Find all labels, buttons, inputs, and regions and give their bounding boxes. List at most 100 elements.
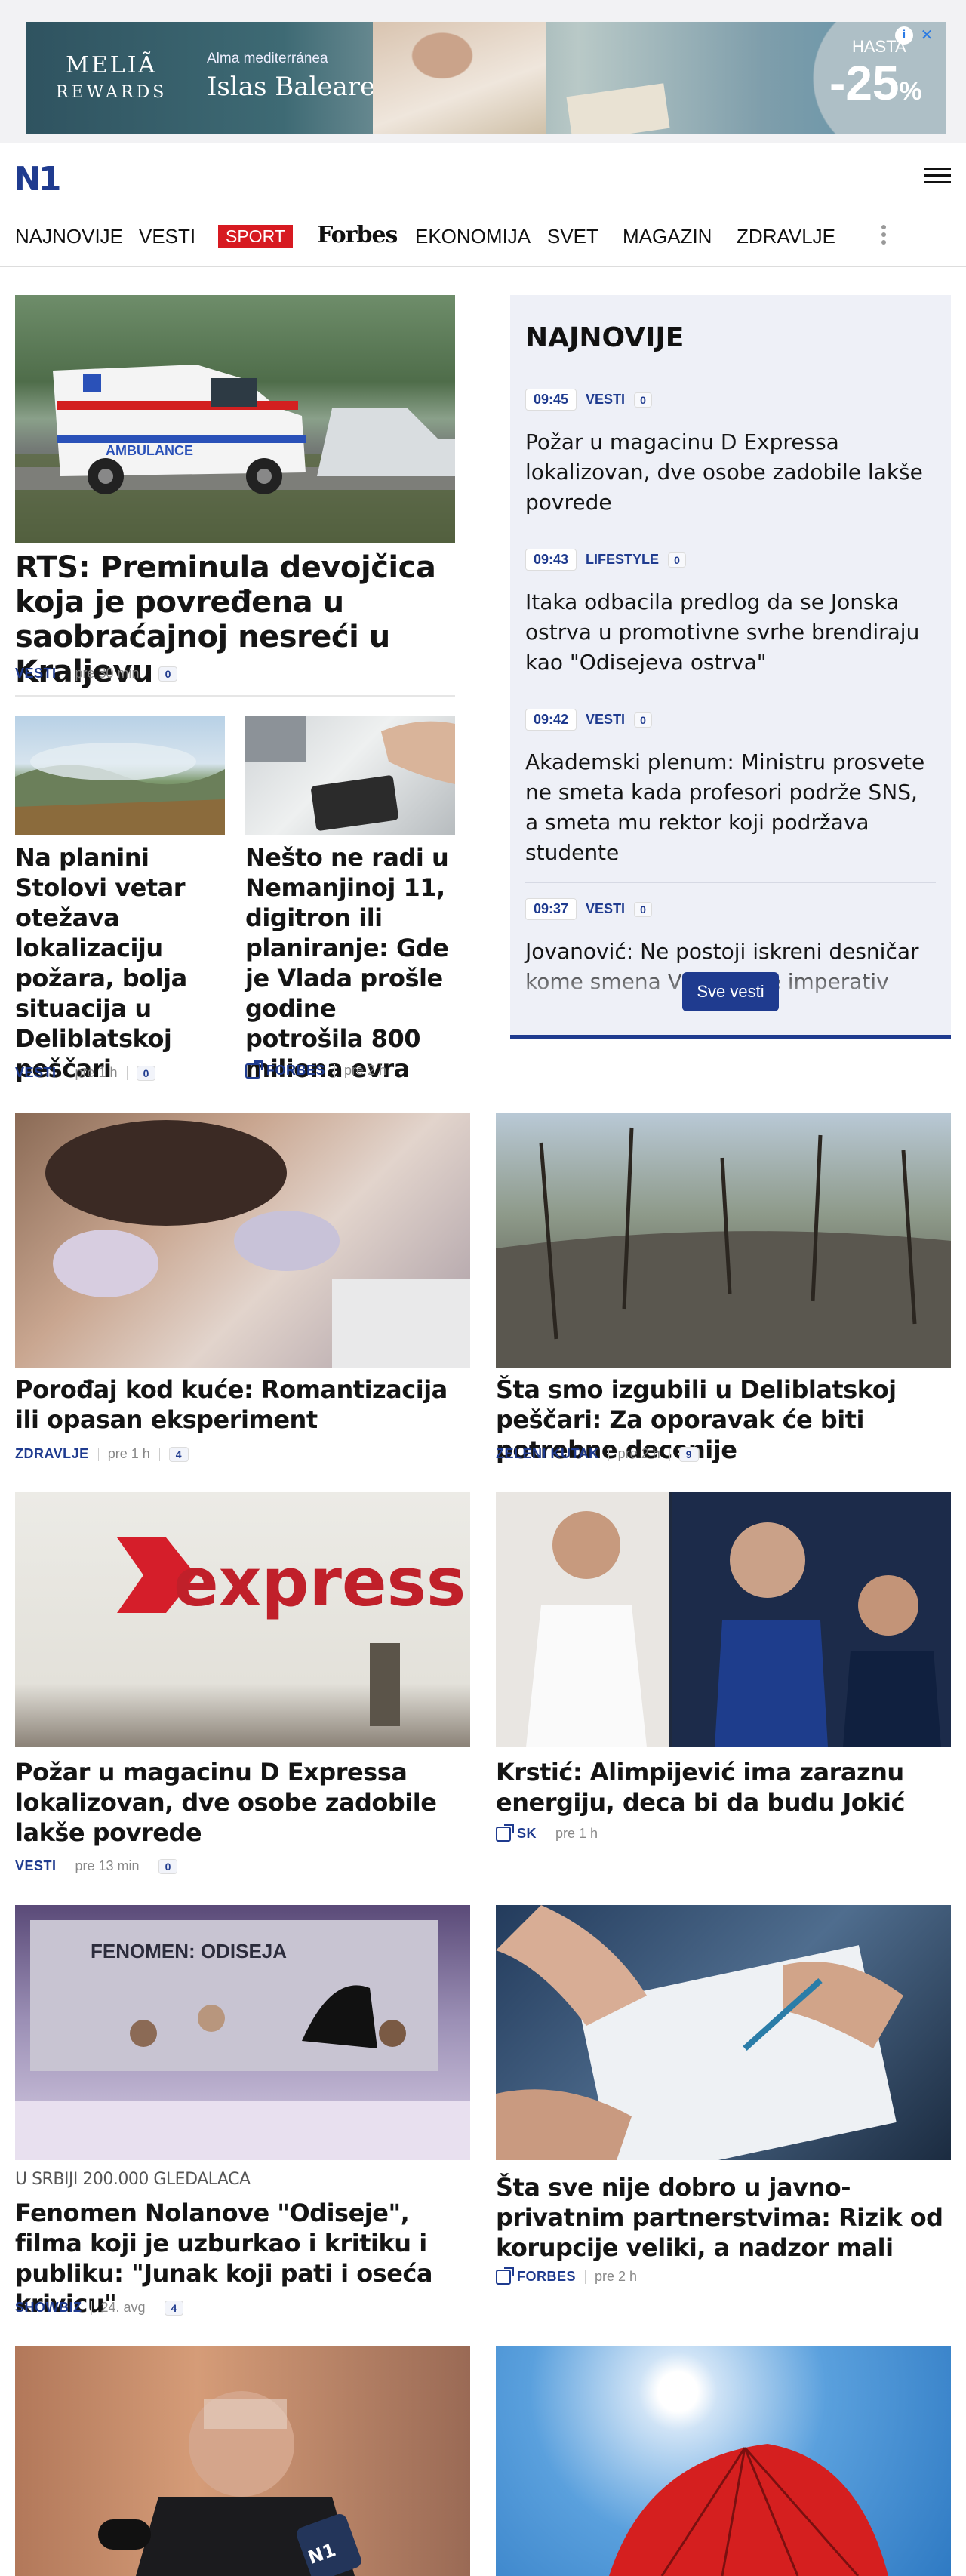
nav-ekonomija[interactable]: EKONOMIJA [415, 225, 531, 248]
ad-close-icon[interactable]: ✕ [918, 26, 936, 45]
latest-2-title[interactable]: Itaka odbacila predlog da se Jonska ostr… [525, 587, 936, 678]
nav-zdravlje[interactable]: ZDRAVLJE [737, 225, 835, 248]
small-1-category[interactable]: VESTI [15, 1065, 57, 1081]
grid-2-category[interactable]: ZELENI KUTAK [496, 1446, 599, 1462]
small-2-category[interactable]: FORBES [266, 1063, 325, 1079]
small-article-2-title[interactable]: Nešto ne radi u Nemanjinoj 11, digitron … [245, 842, 455, 1084]
ambulance-illustration: AMBULANCE [15, 365, 455, 543]
grid-2-meta: ZELENI KUTAK pre 2 h 9 [496, 1446, 699, 1462]
lead-time: pre 30 min [75, 666, 140, 681]
lead-comment-count[interactable]: 0 [158, 666, 178, 682]
latest-1-category[interactable]: VESTI [586, 392, 625, 408]
grid-1-time: pre 1 h [107, 1446, 150, 1461]
ad-percent-sign: % [899, 77, 922, 106]
more-menu-icon[interactable] [881, 222, 888, 249]
latest-1-comments[interactable]: 0 [634, 392, 652, 408]
grid-5-category[interactable]: SHOWBIZ [15, 2300, 82, 2316]
ad-subtitle: Alma mediterránea [207, 51, 328, 66]
latest-3-comments[interactable]: 0 [634, 712, 652, 728]
small-article-1-meta: VESTI pre 1 h 0 [15, 1065, 156, 1081]
ad-info-icon[interactable]: i [895, 26, 913, 45]
latest-1-time: 09:45 [525, 389, 577, 411]
grid-3-category[interactable]: VESTI [15, 1858, 57, 1874]
nav-vesti[interactable]: VESTI [139, 225, 195, 248]
ad-banner-area: MELIÃ REWARDS Alma mediterránea Islas Bal… [0, 0, 966, 143]
grid-4-time: pre 1 h [555, 1826, 598, 1841]
latest-2-category[interactable]: LIFESTYLE [586, 552, 659, 568]
grid-1-image[interactable] [15, 1113, 470, 1368]
grid-4-image[interactable] [496, 1492, 951, 1747]
grid-7-image[interactable]: N1 [15, 2346, 470, 2576]
grid-2-image[interactable] [496, 1113, 951, 1368]
lead-article-meta: VESTI pre 30 min 0 [15, 666, 178, 682]
red-umbrella-illustration [609, 2444, 888, 2576]
all-news-button[interactable]: Sve vesti [682, 972, 779, 1011]
latest-4-comments[interactable]: 0 [634, 901, 652, 917]
man-with-microphone-illustration: N1 [98, 2391, 361, 2576]
grid-3-title[interactable]: Požar u magacinu D Expressa lokalizovan,… [15, 1757, 470, 1848]
latest-item-3[interactable]: 09:42 VESTI 0 Akademski plenum: Ministru p… [525, 709, 936, 883]
external-link-icon [496, 1823, 514, 1842]
odiseja-screen-text: FENOMEN: ODISEJA [91, 1940, 287, 1962]
small-article-1-title[interactable]: Na planini Stolovi vetar otežava lokaliz… [15, 842, 225, 1084]
ad-book-image [566, 83, 670, 134]
burnt-forest-illustration [496, 1127, 951, 1368]
nav-magazin[interactable]: MAGAZIN [623, 225, 712, 248]
grid-5-image[interactable]: FENOMEN: ODISEJA [15, 1905, 470, 2160]
latest-2-comments[interactable]: 0 [668, 552, 686, 568]
advertisement-banner[interactable]: MELIÃ REWARDS Alma mediterránea Islas Bal… [26, 22, 946, 134]
latest-item-1[interactable]: 09:45 VESTI 0 Požar u magacinu D Expressa … [525, 389, 936, 531]
grid-4-meta: SK pre 1 h [496, 1823, 598, 1842]
latest-3-title[interactable]: Akademski plenum: Ministru prosvete ne s… [525, 747, 936, 868]
grid-3-comment-count[interactable]: 0 [158, 1858, 178, 1874]
basketball-coaches-illustration [496, 1492, 951, 1747]
nav-svet[interactable]: SVET [547, 225, 598, 248]
lead-category[interactable]: VESTI [15, 666, 57, 682]
lead-article-image[interactable]: AMBULANCE [15, 295, 455, 543]
grid-1-meta: ZDRAVLJE pre 1 h 4 [15, 1446, 189, 1462]
grid-1-category[interactable]: ZDRAVLJE [15, 1446, 89, 1462]
small-1-time: pre 1 h [75, 1065, 118, 1080]
grid-6-time: pre 2 h [595, 2269, 638, 2284]
latest-divider [525, 882, 936, 883]
latest-4-category[interactable]: VESTI [586, 901, 625, 917]
small-article-2-meta: FORBES pre 2 h [245, 1060, 387, 1079]
latest-3-category[interactable]: VESTI [586, 712, 625, 728]
latest-item-2[interactable]: 09:43 LIFESTYLE 0 Itaka odbacila predlog d… [525, 549, 936, 691]
ad-brand-top: MELIÃ [66, 52, 158, 78]
n1-logo[interactable]: N1 [14, 160, 61, 199]
grid-8-image[interactable] [496, 2346, 951, 2576]
grid-6-title[interactable]: Šta sve nije dobro u javno-privatnim par… [496, 2172, 951, 2263]
grid-5-comment-count[interactable]: 4 [164, 2300, 184, 2316]
latest-4-time: 09:37 [525, 898, 577, 920]
ad-brand-logo: MELIÃ REWARDS [56, 52, 167, 106]
grid-6-image[interactable] [496, 1905, 951, 2160]
small-1-comment-count[interactable]: 0 [136, 1065, 156, 1081]
small-article-2-image[interactable] [245, 716, 455, 835]
grid-6-category[interactable]: FORBES [517, 2269, 576, 2285]
nav-sport[interactable]: SPORT [218, 225, 293, 248]
hamburger-menu-icon[interactable] [924, 163, 951, 186]
grid-3-time: pre 13 min [75, 1858, 140, 1873]
grid-2-comment-count[interactable]: 9 [678, 1446, 699, 1462]
grid-2-time: pre 2 h [617, 1446, 660, 1461]
grid-5-time: 24. avg [100, 2300, 146, 2315]
grid-4-category[interactable]: SK [517, 1826, 537, 1842]
grid-5-meta: SHOWBIZ 24. avg 4 [15, 2300, 184, 2316]
grid-6-meta: FORBES pre 2 h [496, 2266, 638, 2285]
latest-heading: NAJNOVIJE [525, 322, 685, 353]
latest-3-time: 09:42 [525, 709, 577, 731]
calculator-illustration [245, 716, 455, 831]
grid-3-image[interactable]: express [15, 1492, 470, 1747]
grid-1-title[interactable]: Porođaj kod kuće: Romantizacija ili opas… [15, 1374, 470, 1435]
ad-photo [373, 22, 546, 134]
nav-forbes[interactable]: Forbes [317, 222, 398, 248]
grid-4-title[interactable]: Krstić: Alimpijević ima zaraznu energiju… [496, 1757, 951, 1817]
d-express-sign-illustration: express [117, 1537, 466, 1726]
small-2-time: pre 2 h [344, 1063, 387, 1078]
express-logo-text: express [174, 1543, 466, 1621]
grid-1-comment-count[interactable]: 4 [168, 1446, 189, 1462]
latest-1-title[interactable]: Požar u magacinu D Expressa lokalizovan,… [525, 427, 936, 518]
small-article-1-image[interactable] [15, 716, 225, 835]
nav-najnovije[interactable]: NAJNOVIJE [15, 225, 123, 248]
